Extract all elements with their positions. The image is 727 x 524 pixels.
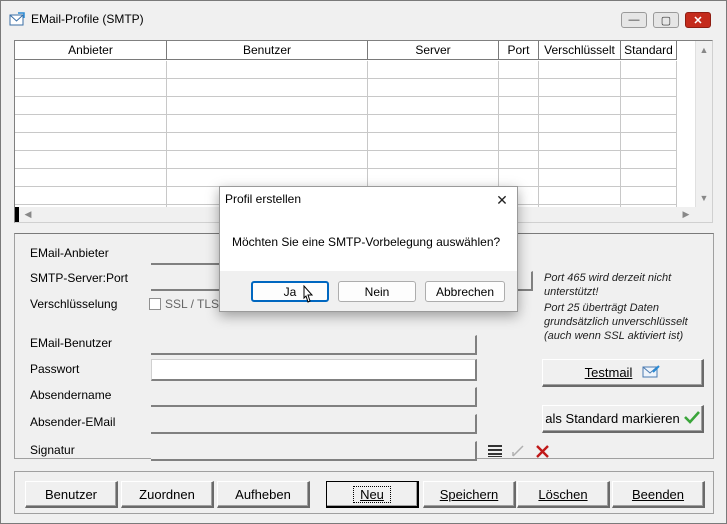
checkmark-icon [683,410,700,427]
email-profiles-window: EMail-Profile (SMTP) — ▢ ✕ Anbieter Benu… [0,0,727,524]
grid-row-line [15,150,677,151]
dialog-title: Profil erstellen [225,192,302,206]
insert-signature-icon[interactable] [509,442,527,460]
dialog-no-button[interactable]: Nein [338,281,416,302]
grid-row-line [15,168,677,169]
close-button[interactable]: ✕ [685,12,711,28]
neu-button[interactable]: Neu [326,481,419,508]
grid-row-line [15,78,677,79]
dialog-close-icon[interactable]: ✕ [490,189,514,211]
text-format-icon[interactable] [486,442,504,460]
password-label: Passwort [30,362,80,376]
dialog-cancel-label: Abbrechen [435,284,495,299]
loeschen-button-label: Löschen [538,486,588,502]
delete-signature-icon[interactable] [533,442,551,460]
dialog-yes-label: Ja [283,284,297,299]
grid-row-line [15,96,677,97]
port-note-25: Port 25 überträgt Daten grundsätzlich un… [544,302,688,342]
speichern-button[interactable]: Speichern [423,481,516,508]
scroll-right-icon[interactable]: ▶ [679,207,693,222]
signature-field[interactable] [151,441,477,461]
sender-name-field[interactable] [151,387,477,407]
loeschen-button[interactable]: Löschen [517,481,610,508]
grid-row-line [15,132,677,133]
column-header-standard[interactable]: Standard [621,41,677,60]
column-header-verschluesselt[interactable]: Verschlüsselt [539,41,621,60]
dialog-no-label: Nein [364,284,390,299]
signature-label: Signatur [30,443,75,457]
column-header-benutzer[interactable]: Benutzer [167,41,368,60]
anbieter-label: EMail-Anbieter [30,246,109,260]
zuordnen-button-label: Zuordnen [139,486,195,502]
port-note-465: Port 465 wird derzeit nicht unterstützt! [544,272,672,298]
set-standard-button[interactable]: als Standard markieren [542,405,704,433]
ssl-label: SSL / TLS [165,297,220,311]
beenden-button-label: Beenden [631,486,685,502]
testmail-button[interactable]: Testmail [542,359,704,387]
dialog-footer: Ja Nein Abbrechen [220,271,517,311]
grid-row-line [15,114,677,115]
user-label: EMail-Benutzer [30,336,113,350]
benutzer-button[interactable]: Benutzer [25,481,118,508]
beenden-button[interactable]: Beenden [612,481,705,508]
password-field[interactable] [151,359,477,381]
close-icon: ✕ [693,14,703,27]
sender-name-label: Absendername [30,388,112,402]
grid-vertical-scrollbar[interactable]: ▲ ▼ [695,41,712,209]
minimize-button[interactable]: — [621,12,647,28]
create-profile-dialog: Profil erstellen ✕ Möchten Sie eine SMTP… [219,186,518,312]
zuordnen-button[interactable]: Zuordnen [121,481,214,508]
sender-email-label: Absender-EMail [30,415,116,429]
email-user-field[interactable] [151,335,477,355]
maximize-icon: ▢ [660,14,672,27]
row-marker [15,207,19,222]
dialog-message: Möchten Sie eine SMTP-Vorbelegung auswäh… [232,235,501,249]
server-label: SMTP-Server:Port [30,271,129,285]
scroll-down-icon[interactable]: ▼ [696,191,712,205]
scroll-up-icon[interactable]: ▲ [696,43,712,57]
ssl-checkbox[interactable] [149,298,161,310]
maximize-button[interactable]: ▢ [653,12,679,28]
column-header-anbieter[interactable]: Anbieter [15,41,167,60]
aufheben-button-label: Aufheben [235,486,291,502]
scroll-left-icon[interactable]: ◀ [21,207,35,222]
mail-app-icon [9,12,25,26]
mouse-pointer-icon [300,284,314,305]
grid-header: Anbieter Benutzer Server Port Verschlüss… [15,41,677,61]
set-standard-label: als Standard markieren [545,411,680,426]
mail-send-icon [642,364,661,382]
column-header-server[interactable]: Server [368,41,499,60]
minimize-icon: — [628,14,640,26]
window-title: EMail-Profile (SMTP) [31,12,144,26]
column-header-port[interactable]: Port [499,41,539,60]
testmail-label: Testmail [584,365,633,380]
aufheben-button[interactable]: Aufheben [217,481,310,508]
sender-email-field[interactable] [151,414,477,434]
dialog-yes-button[interactable]: Ja [251,281,329,302]
neu-button-label: Neu [353,485,391,503]
speichern-button-label: Speichern [439,486,499,502]
benutzer-button-label: Benutzer [44,486,98,502]
title-bar[interactable]: EMail-Profile (SMTP) — ▢ ✕ [1,1,726,37]
encryption-label: Verschlüsselung [30,297,118,311]
dialog-cancel-button[interactable]: Abbrechen [425,281,505,302]
